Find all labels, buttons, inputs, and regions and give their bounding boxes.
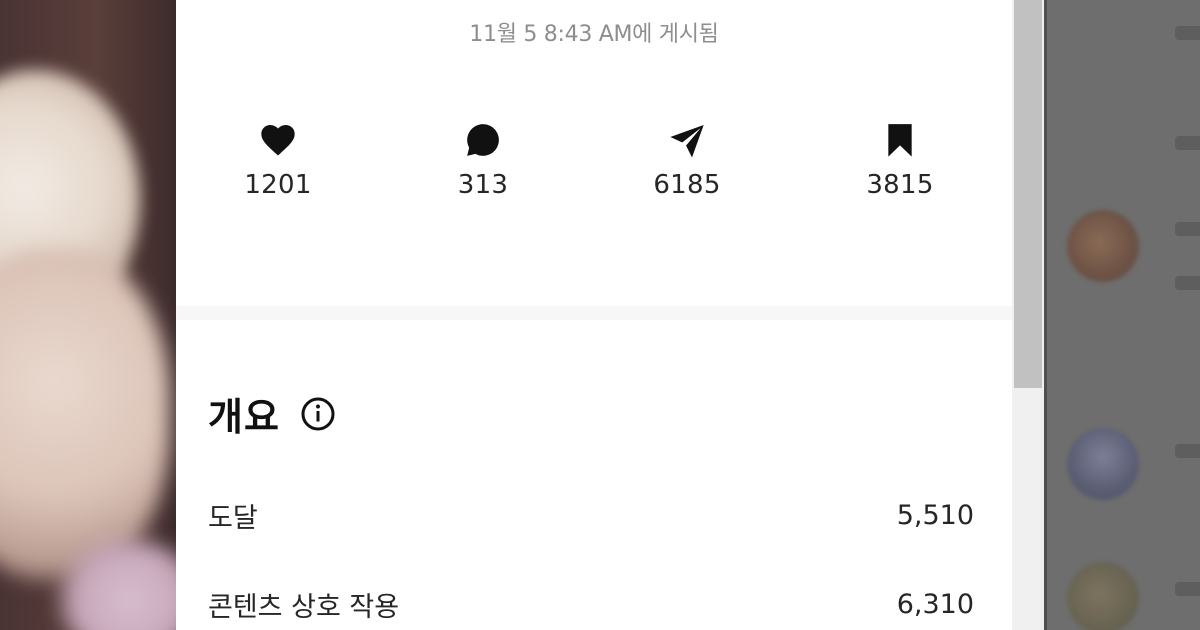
scrollbar-thumb[interactable] xyxy=(1014,0,1042,388)
post-image-blurred xyxy=(0,0,176,630)
blurred-text xyxy=(1175,444,1200,458)
metric-value: 6,310 xyxy=(896,589,974,620)
blurred-text xyxy=(1175,582,1200,596)
blurred-text xyxy=(1175,136,1200,150)
metric-value: 5,510 xyxy=(896,500,974,531)
share-icon xyxy=(667,120,707,160)
comments-overlay-background xyxy=(1044,0,1200,630)
comments-stat: 313 xyxy=(423,120,543,200)
posted-time: 11월 5 8:43 AM에 게시됨 xyxy=(469,22,719,47)
shares-stat: 6185 xyxy=(627,120,747,200)
metric-row-reach: 도달 5,510 xyxy=(208,496,974,535)
overview-title: 개요 xyxy=(208,395,280,439)
metric-label: 콘텐츠 상호 작용 xyxy=(208,592,400,623)
blurred-text xyxy=(1175,222,1200,236)
heart-icon xyxy=(258,120,298,160)
blurred-text xyxy=(1175,26,1200,40)
avatar xyxy=(1067,562,1139,630)
metric-row-content-interactions: 콘텐츠 상호 작용 6,310 xyxy=(208,585,974,624)
bookmark-icon xyxy=(880,120,920,160)
saves-stat: 3815 xyxy=(840,120,960,200)
avatar xyxy=(1067,428,1139,500)
avatar xyxy=(1067,210,1139,282)
likes-count: 1201 xyxy=(244,170,312,200)
section-divider xyxy=(176,306,1012,320)
image-highlight xyxy=(0,250,170,580)
comment-icon xyxy=(463,120,503,160)
engagement-stats: 1201 313 6185 3815 xyxy=(176,120,1012,210)
saves-count: 3815 xyxy=(866,170,934,200)
metric-label: 도달 xyxy=(208,503,258,534)
overview-header: 개요 xyxy=(208,386,336,441)
app-viewport: 11월 5 8:43 AM에 게시됨 1201 313 6185 3815 개요… xyxy=(0,0,1200,630)
info-icon[interactable] xyxy=(300,396,336,432)
blurred-text xyxy=(1175,276,1200,290)
shares-count: 6185 xyxy=(653,170,721,200)
likes-stat: 1201 xyxy=(218,120,338,200)
insights-panel: 11월 5 8:43 AM에 게시됨 1201 313 6185 3815 개요… xyxy=(176,0,1012,630)
panel-scrollbar[interactable] xyxy=(1012,0,1044,630)
comments-count: 313 xyxy=(457,170,509,200)
